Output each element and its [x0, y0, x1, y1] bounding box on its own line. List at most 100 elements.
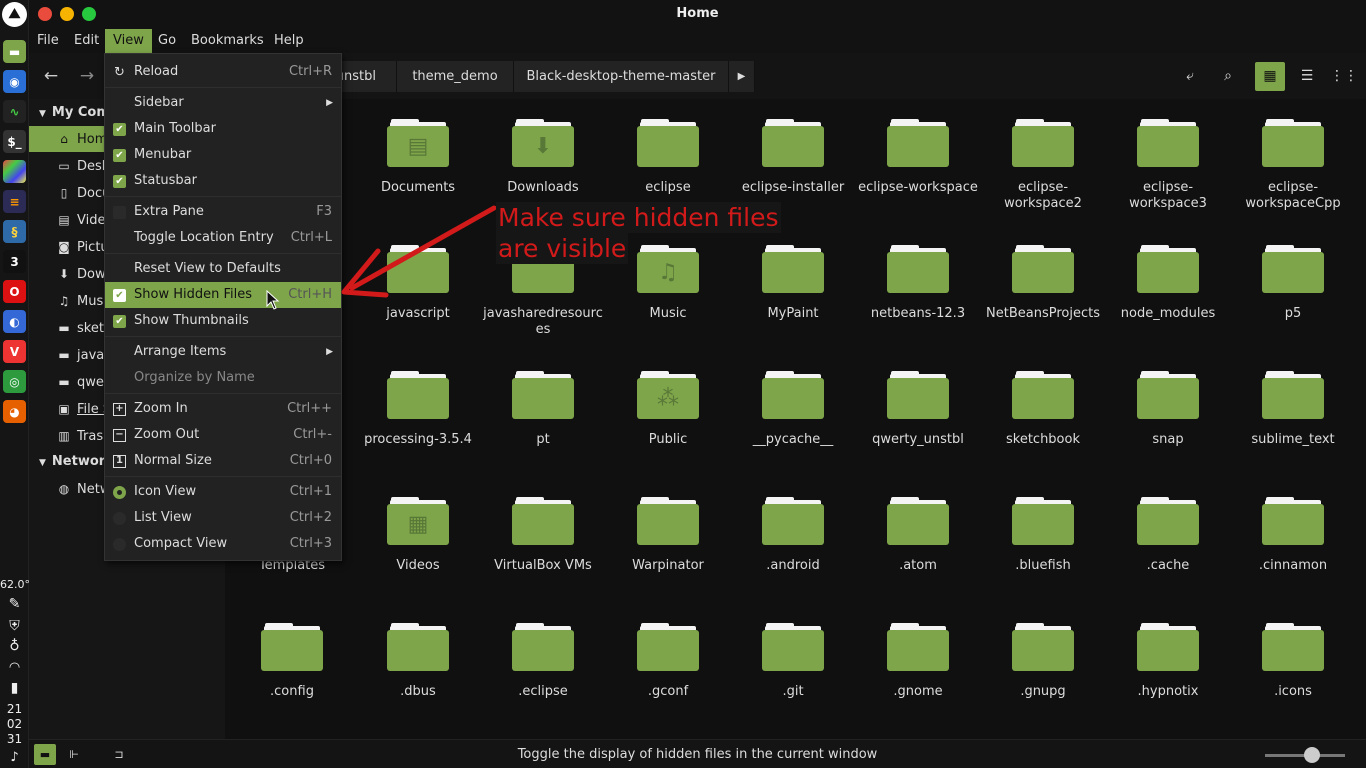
- folder-item[interactable]: .gnome: [855, 623, 981, 700]
- folder-item[interactable]: eclipse- workspace3: [1105, 119, 1231, 212]
- processing-icon[interactable]: 3: [3, 250, 26, 273]
- icon-view[interactable]: ▤ Documents ⬇ Downloads eclipse eclipse-insta…: [225, 99, 1366, 739]
- terminal-icon[interactable]: $_: [3, 130, 26, 153]
- menu-help[interactable]: Help: [266, 29, 312, 53]
- folder-item[interactable]: eclipse: [605, 119, 731, 196]
- folder-item[interactable]: .gnupg: [980, 623, 1106, 700]
- folder-item[interactable]: .cache: [1105, 497, 1231, 574]
- chrome-icon[interactable]: ◎: [3, 370, 26, 393]
- menu-go[interactable]: Go: [150, 29, 184, 53]
- folder-item[interactable]: node_modules: [1105, 245, 1231, 322]
- folder-item[interactable]: __pycache__: [730, 371, 856, 448]
- folder-item[interactable]: snap: [1105, 371, 1231, 448]
- view-menu-show-thumbnails[interactable]: ✔ Show Thumbnails: [105, 308, 341, 334]
- view-menu-zoom-out[interactable]: − Zoom Out Ctrl+-: [105, 422, 341, 448]
- folder-item[interactable]: Warpinator: [605, 497, 731, 574]
- start-menu-icon[interactable]: ⛰: [2, 2, 27, 27]
- vivaldi-icon[interactable]: V: [3, 340, 26, 363]
- view-menu-compact-view[interactable]: Compact View Ctrl+3: [105, 531, 341, 557]
- file-manager-icon[interactable]: ▬: [3, 40, 26, 63]
- view-menu-toggle-location[interactable]: Toggle Location Entry Ctrl+L: [105, 225, 341, 251]
- folder-item[interactable]: .cinnamon: [1230, 497, 1356, 574]
- view-menu-extra-pane[interactable]: Extra Pane F3: [105, 199, 341, 225]
- python-icon[interactable]: §: [3, 220, 26, 243]
- view-menu-main-toolbar[interactable]: ✔ Main Toolbar: [105, 116, 341, 142]
- firefox-icon[interactable]: ◕: [3, 400, 26, 423]
- folder-item[interactable]: .bluefish: [980, 497, 1106, 574]
- view-menu-show-hidden-files[interactable]: ✔ Show Hidden Files Ctrl+H: [105, 282, 341, 308]
- folder-label: p5: [1284, 306, 1302, 321]
- volume-icon[interactable]: ♪: [0, 750, 29, 765]
- folder-item[interactable]: qwerty_unstbl: [855, 371, 981, 448]
- folder-item[interactable]: VirtualBox VMs: [480, 497, 606, 574]
- folder-item[interactable]: NetBeansProjects: [980, 245, 1106, 322]
- icon-view-icon[interactable]: ▦: [1255, 62, 1285, 91]
- folder-item[interactable]: .atom: [855, 497, 981, 574]
- folder-item[interactable]: .android: [730, 497, 856, 574]
- menu-separator: [105, 476, 341, 477]
- view-menu-normal-size[interactable]: 1 Normal Size Ctrl+0: [105, 448, 341, 474]
- folder-item[interactable]: .dbus: [355, 623, 481, 700]
- folder-item[interactable]: ▦ Videos: [355, 497, 481, 574]
- folder-item[interactable]: ⬇ Downloads: [480, 119, 606, 196]
- system-monitor-icon[interactable]: ∿: [3, 100, 26, 123]
- screenshot-icon[interactable]: ◉: [3, 70, 26, 93]
- folder-item[interactable]: pt: [480, 371, 606, 448]
- color-picker-icon[interactable]: ✎: [0, 596, 29, 612]
- opera-icon[interactable]: O: [3, 280, 26, 303]
- folder-item[interactable]: .icons: [1230, 623, 1356, 700]
- menu-file[interactable]: File: [29, 29, 67, 53]
- menu-bookmarks[interactable]: Bookmarks: [183, 29, 272, 53]
- breadcrumb-black-desktop-theme-master[interactable]: Black-desktop-theme-master: [514, 61, 729, 92]
- folder-item[interactable]: eclipse- workspaceCpp: [1230, 119, 1356, 212]
- bulb-icon[interactable]: ♁: [0, 638, 29, 654]
- view-menu-list-view[interactable]: List View Ctrl+2: [105, 505, 341, 531]
- view-menu-icon-view[interactable]: Icon View Ctrl+1: [105, 479, 341, 505]
- folder-item[interactable]: eclipse-installer: [730, 119, 856, 196]
- clock[interactable]: 21 02 31: [0, 702, 29, 747]
- location-toggle-icon[interactable]: ⤶: [1175, 62, 1205, 91]
- view-menu-arrange-items[interactable]: Arrange Items ▶: [105, 339, 341, 365]
- folder-item[interactable]: ⁂ Public: [605, 371, 731, 448]
- folder-item[interactable]: sketchbook: [980, 371, 1106, 448]
- folder-item[interactable]: p5: [1230, 245, 1356, 322]
- search-icon[interactable]: ⌕: [1213, 62, 1243, 91]
- zoom-slider-handle[interactable]: [1304, 747, 1320, 763]
- window-titlebar: Home: [29, 0, 1366, 29]
- back-arrow-icon[interactable]: ←: [38, 63, 64, 89]
- folder-label: snap: [1152, 432, 1184, 447]
- menu-edit[interactable]: Edit: [66, 29, 107, 53]
- folder-item[interactable]: javascript: [355, 245, 481, 322]
- desktop-icon: ▭: [58, 159, 70, 173]
- folder-item[interactable]: sublime_text: [1230, 371, 1356, 448]
- app-grid-icon[interactable]: [3, 160, 26, 183]
- share-emblem-icon: ⁂: [657, 386, 679, 411]
- folder-item[interactable]: ▤ Documents: [355, 119, 481, 196]
- view-menu-reset-view[interactable]: Reset View to Defaults: [105, 256, 341, 282]
- view-menu-statusbar[interactable]: ✔ Statusbar: [105, 168, 341, 194]
- eclipse-icon[interactable]: ≡: [3, 190, 26, 213]
- list-view-icon[interactable]: ☰: [1292, 62, 1322, 91]
- breadcrumb-next-icon[interactable]: ▶: [729, 61, 755, 92]
- folder-item[interactable]: eclipse- workspace2: [980, 119, 1106, 212]
- folder-item[interactable]: processing-3.5.4: [355, 371, 481, 448]
- folder-item[interactable]: netbeans-12.3: [855, 245, 981, 322]
- folder-item[interactable]: .hypnotix: [1105, 623, 1231, 700]
- view-menu-sidebar[interactable]: Sidebar ▶: [105, 90, 341, 116]
- view-menu-reload[interactable]: ↻ Reload Ctrl+R: [105, 59, 341, 85]
- folder-item[interactable]: .eclipse: [480, 623, 606, 700]
- folder-item[interactable]: eclipse-workspace: [855, 119, 981, 196]
- breadcrumb-theme-demo[interactable]: theme_demo: [397, 61, 514, 92]
- forward-arrow-icon[interactable]: →: [74, 63, 100, 89]
- compact-view-icon[interactable]: ⋮⋮: [1329, 62, 1359, 91]
- view-menu-zoom-in[interactable]: + Zoom In Ctrl++: [105, 396, 341, 422]
- shield-icon[interactable]: ⛨: [0, 618, 29, 634]
- view-menu-menubar[interactable]: ✔ Menubar: [105, 142, 341, 168]
- wifi-icon[interactable]: ◠: [0, 660, 29, 675]
- folder-item[interactable]: .gconf: [605, 623, 731, 700]
- battery-icon[interactable]: ▮: [0, 680, 29, 696]
- folder-item[interactable]: .config: [229, 623, 355, 700]
- folder-item[interactable]: .git: [730, 623, 856, 700]
- menu-view[interactable]: View: [105, 29, 152, 53]
- firefox-dev-icon[interactable]: ◐: [3, 310, 26, 333]
